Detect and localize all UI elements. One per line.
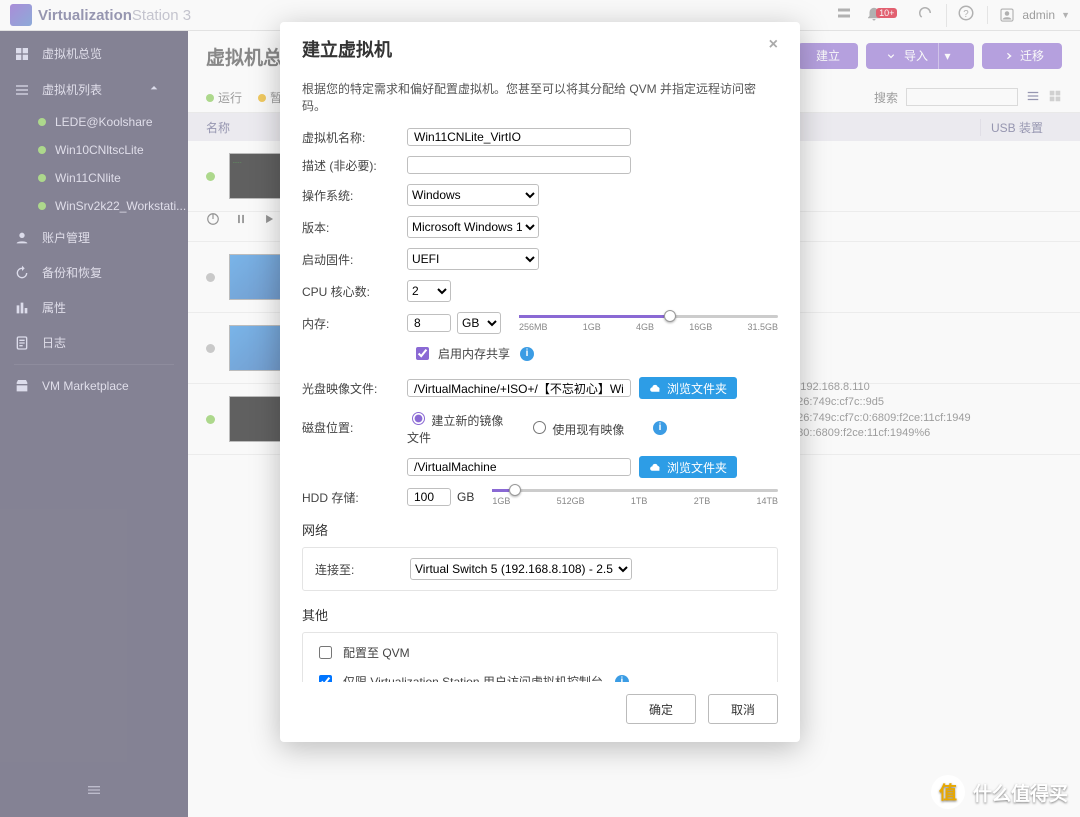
hdd-input[interactable] xyxy=(407,488,451,506)
vsonly-checkbox[interactable] xyxy=(319,675,332,682)
section-network: 网络 xyxy=(302,520,778,539)
memory-input[interactable] xyxy=(407,314,451,332)
vm-desc-input[interactable] xyxy=(407,156,631,174)
network-select[interactable]: Virtual Switch 5 (192.168.8.108) - 2.5 G… xyxy=(410,558,632,580)
browse-disk-button[interactable]: 浏览文件夹 xyxy=(639,456,737,478)
watermark: 值 什么值得买 xyxy=(931,775,1068,809)
version-select[interactable]: Microsoft Windows 11 xyxy=(407,216,539,238)
info-icon[interactable]: i xyxy=(615,675,629,683)
section-other: 其他 xyxy=(302,605,778,624)
cpu-select[interactable]: 2 xyxy=(407,280,451,302)
radio-existing-image[interactable]: 使用现有映像 xyxy=(528,418,633,438)
cancel-button[interactable]: 取消 xyxy=(708,694,778,724)
browse-iso-button[interactable]: 浏览文件夹 xyxy=(639,377,737,399)
disk-path-input[interactable] xyxy=(407,458,631,476)
modal-overlay: 建立虚拟机 × 根据您的特定需求和偏好配置虚拟机。您甚至可以将其分配给 QVM … xyxy=(0,0,1080,817)
memshare-checkbox[interactable] xyxy=(416,347,429,360)
hdd-slider[interactable]: 1GB512GB1TB2TB14TB xyxy=(492,489,778,506)
info-icon[interactable]: i xyxy=(520,347,534,361)
vm-name-input[interactable] xyxy=(407,128,631,146)
firmware-select[interactable]: UEFI xyxy=(407,248,539,270)
modal-title: 建立虚拟机 xyxy=(302,36,392,62)
watermark-logo-icon: 值 xyxy=(931,775,965,809)
os-select[interactable]: Windows xyxy=(407,184,539,206)
memory-slider[interactable]: 256MB1GB4GB16GB31.5GB xyxy=(519,315,778,332)
modal-description: 根据您的特定需求和偏好配置虚拟机。您甚至可以将其分配给 QVM 并指定远程访问密… xyxy=(302,80,778,114)
close-icon[interactable]: × xyxy=(769,36,778,62)
memory-unit-select[interactable]: GB xyxy=(457,312,501,334)
qvm-checkbox[interactable] xyxy=(319,646,332,659)
radio-new-image[interactable]: 建立新的镜像文件 xyxy=(407,409,512,446)
ok-button[interactable]: 确定 xyxy=(626,694,696,724)
create-vm-dialog: 建立虚拟机 × 根据您的特定需求和偏好配置虚拟机。您甚至可以将其分配给 QVM … xyxy=(280,22,800,742)
iso-path-input[interactable] xyxy=(407,379,631,397)
info-icon[interactable]: i xyxy=(653,421,667,435)
